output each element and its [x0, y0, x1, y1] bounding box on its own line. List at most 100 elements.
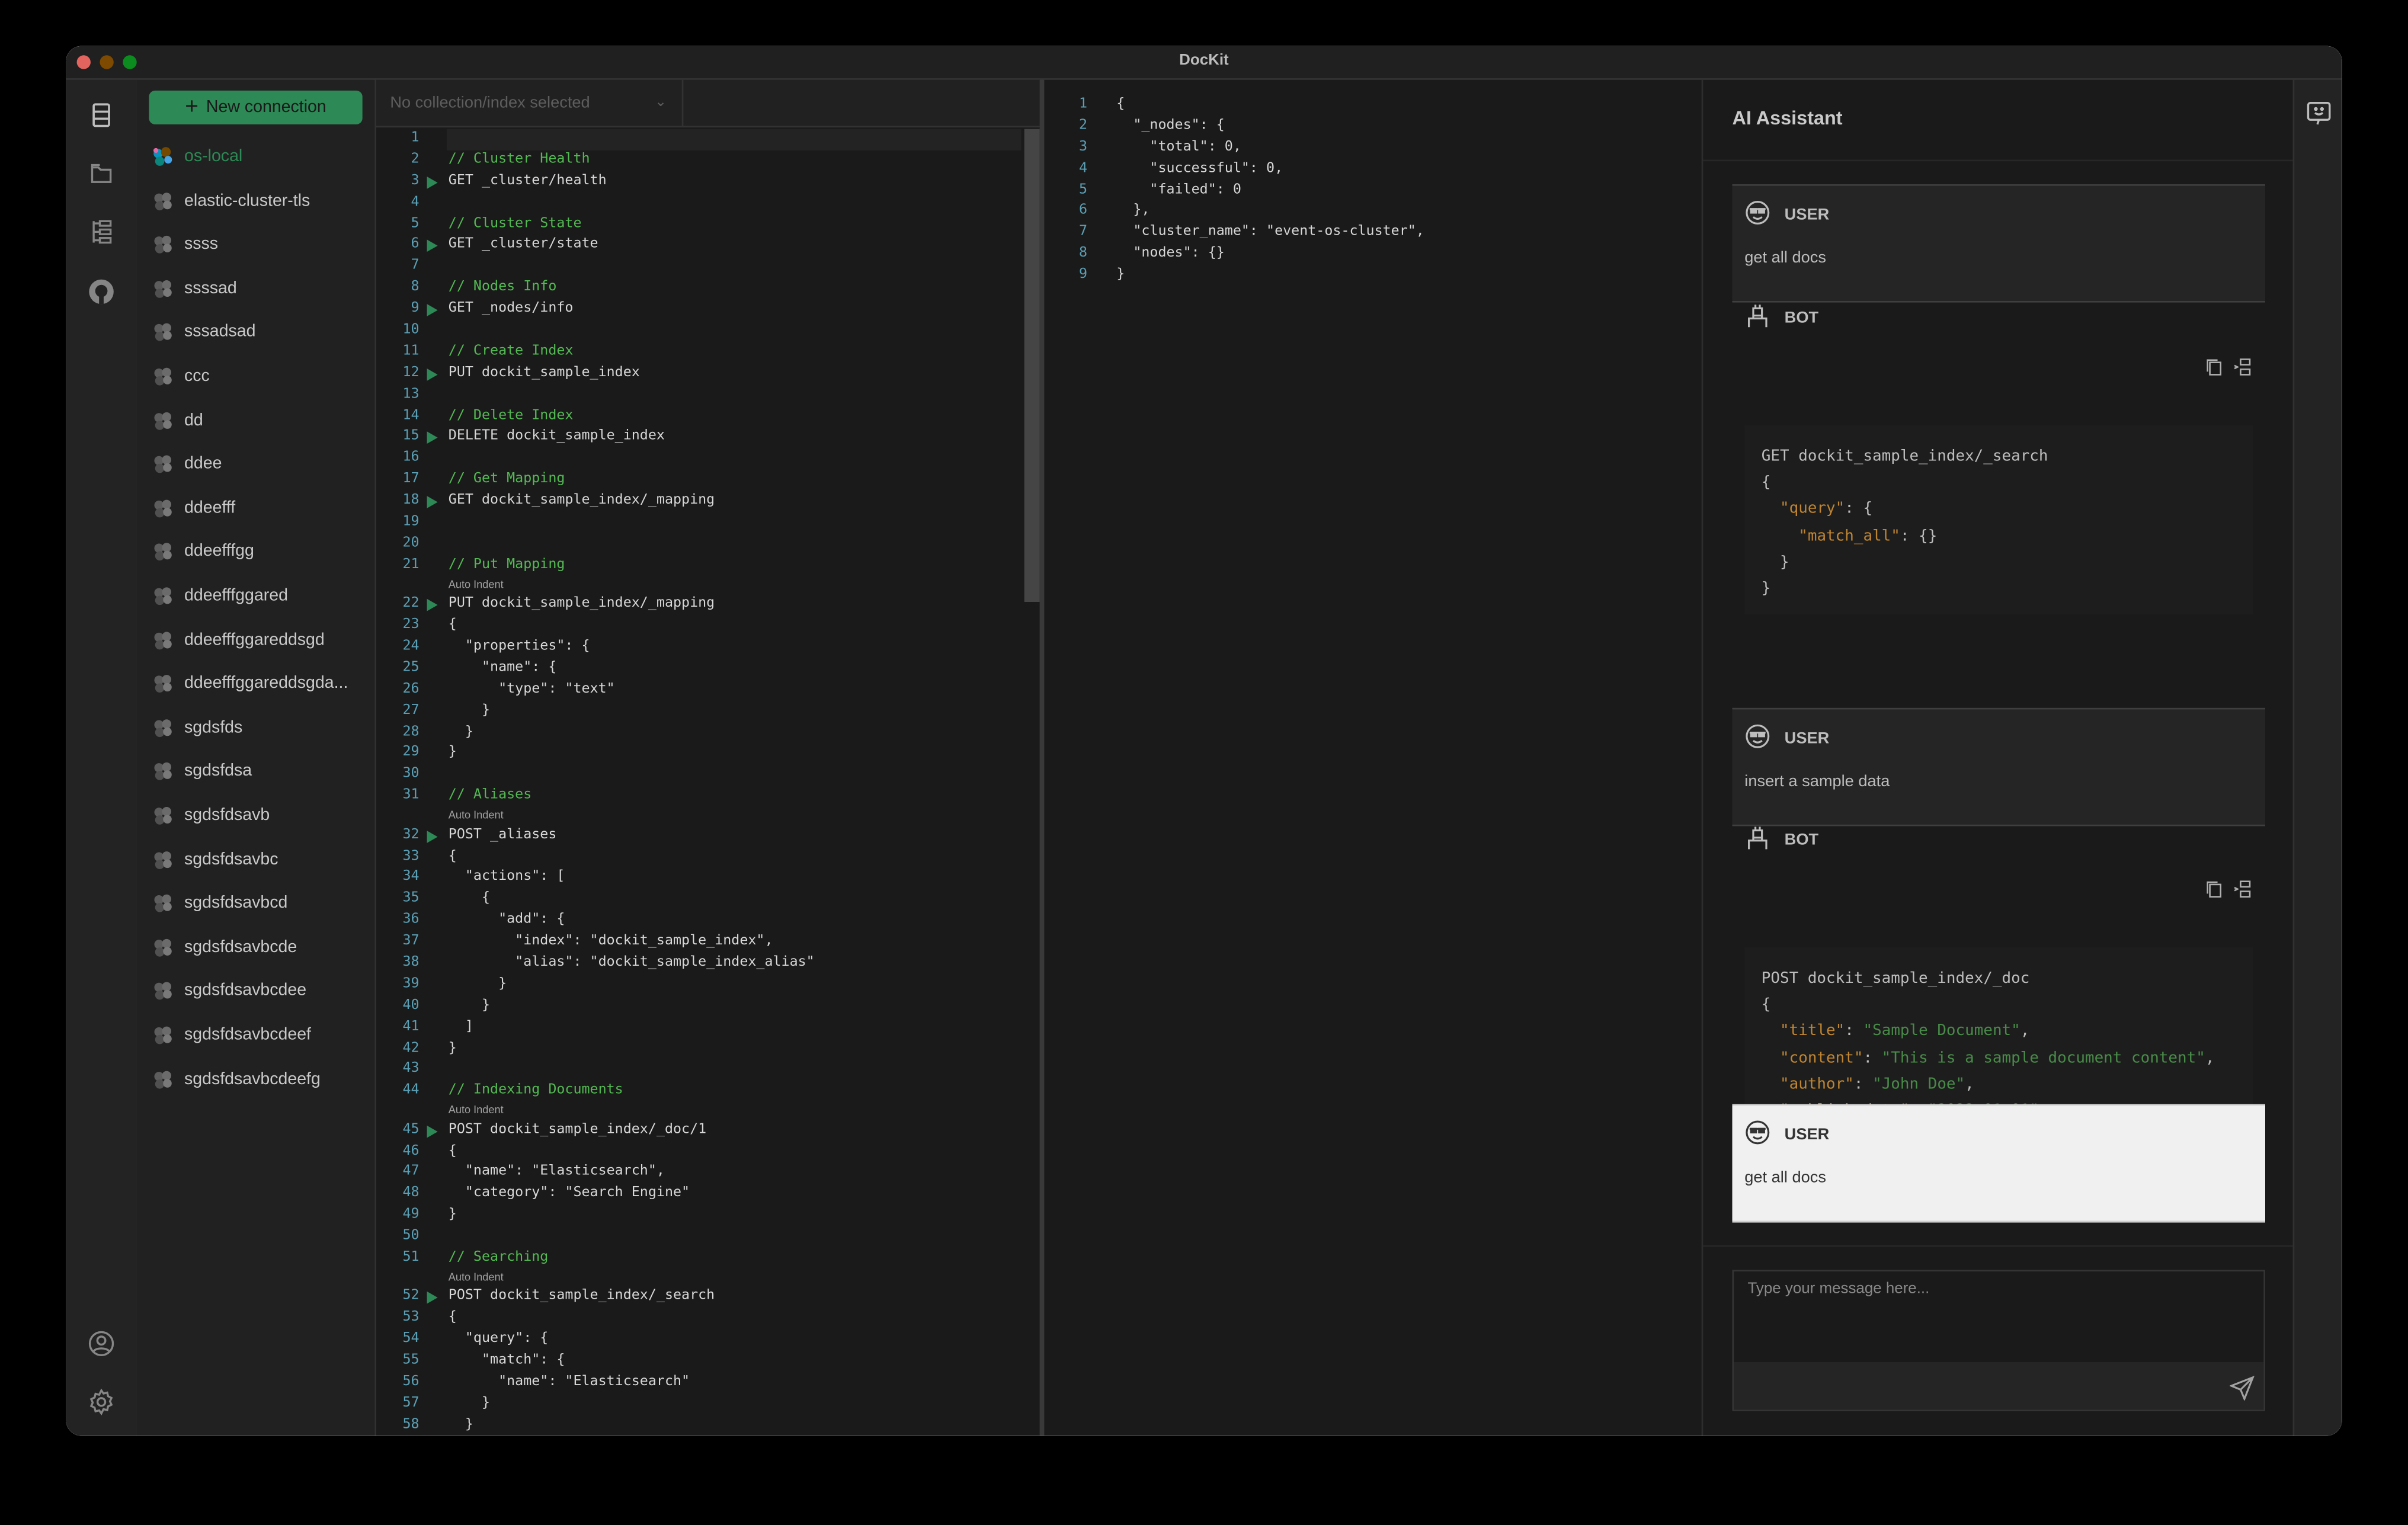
line-number: 26: [402, 681, 420, 697]
code-text: }: [448, 1417, 473, 1433]
code-text: "category": "Search Engine": [448, 1186, 690, 1202]
line-number: 46: [402, 1143, 420, 1159]
code-line: 22 PUT dockit_sample_index/_mapping: [376, 595, 1022, 616]
run-request-icon[interactable]: [427, 368, 438, 381]
line-number: 32: [402, 826, 420, 842]
connection-item[interactable]: elastic-cluster-tls: [152, 185, 367, 216]
connection-item[interactable]: os-local: [152, 141, 367, 172]
run-request-icon[interactable]: [427, 599, 438, 612]
connection-item[interactable]: sgdsfdsavb: [152, 800, 367, 831]
chat-message-input[interactable]: [1734, 1271, 2264, 1364]
copy-icon[interactable]: [2205, 356, 2224, 384]
line-number: 44: [402, 1082, 420, 1098]
insert-to-editor-icon[interactable]: [2233, 356, 2251, 384]
message-role: USER: [1784, 729, 1830, 748]
connection-item[interactable]: sgdsfdsa: [152, 756, 367, 787]
index-select[interactable]: No collection/index selected ⌄: [376, 79, 684, 126]
code-text: // Aliases: [448, 788, 532, 804]
elasticsearch-logo-icon: [152, 366, 174, 387]
auto-indent-hint[interactable]: Auto Indent: [376, 808, 1022, 826]
line-number: 6: [411, 237, 420, 253]
connection-item[interactable]: sgdsfdsavbc: [152, 844, 367, 874]
run-request-icon[interactable]: [427, 432, 438, 445]
chatbot-icon[interactable]: [2305, 100, 2333, 127]
copy-icon[interactable]: [2205, 879, 2224, 906]
run-request-icon[interactable]: [427, 304, 438, 317]
connection-item[interactable]: ddeefffgg: [152, 537, 367, 568]
connection-item[interactable]: ssssad: [152, 273, 367, 304]
connection-item[interactable]: sgdsfdsavbcde: [152, 932, 367, 963]
window-title: DocKit: [1179, 52, 1229, 69]
run-request-icon[interactable]: [427, 496, 438, 509]
connection-item[interactable]: ddeefffggared: [152, 581, 367, 611]
connection-item[interactable]: sssadsad: [152, 317, 367, 348]
line-number: 34: [402, 869, 420, 885]
github-icon[interactable]: [88, 278, 116, 306]
code-line: 34 "actions": [: [376, 868, 1022, 889]
line-number: 28: [402, 724, 420, 740]
code-text: // Nodes Info: [448, 280, 557, 296]
code-text: }: [448, 976, 507, 992]
query-editor[interactable]: No collection/index selected ⌄ 1 2// Clus…: [376, 79, 1040, 1436]
line-number: 54: [402, 1331, 420, 1347]
code-line: 9}: [1044, 266, 1683, 287]
connection-item[interactable]: ddeefffggareddsgd: [152, 624, 367, 655]
connection-item[interactable]: ccc: [152, 361, 367, 392]
auto-indent-hint[interactable]: Auto Indent: [376, 1270, 1022, 1287]
connection-item[interactable]: ssss: [152, 229, 367, 260]
line-number: 40: [402, 997, 420, 1013]
code-text: ]: [448, 1018, 473, 1034]
collections-icon[interactable]: [88, 160, 116, 188]
user-icon[interactable]: [88, 1329, 116, 1357]
connection-item[interactable]: ddee: [152, 448, 367, 479]
code-text: }: [448, 724, 473, 740]
message-actions: [2205, 879, 2252, 906]
connection-item[interactable]: ddeefffggareddsgda...: [152, 668, 367, 699]
connection-item[interactable]: sgdsfds: [152, 712, 367, 743]
auto-indent-hint[interactable]: Auto Indent: [376, 577, 1022, 595]
connection-name: sgdsfdsavb: [184, 806, 270, 825]
code-line: 37 "index": "dockit_sample_index",: [376, 932, 1022, 953]
elasticsearch-logo-icon: [152, 629, 174, 651]
pane-resizer[interactable]: [1039, 79, 1045, 1436]
connection-item[interactable]: ddeefff: [152, 492, 367, 523]
line-number: 20: [402, 536, 420, 552]
run-request-icon[interactable]: [427, 176, 438, 189]
code-text: {: [448, 890, 491, 906]
elasticsearch-logo-icon: [152, 278, 174, 299]
line-number: 27: [402, 703, 420, 719]
code-line: 6 GET _cluster/state: [376, 236, 1022, 257]
run-request-icon[interactable]: [427, 1124, 438, 1138]
run-request-icon[interactable]: [427, 240, 438, 253]
insert-to-editor-icon[interactable]: [2233, 879, 2251, 906]
connection-item[interactable]: sgdsfdsavbcdeefg: [152, 1063, 367, 1094]
auto-indent-hint[interactable]: Auto Indent: [376, 1103, 1022, 1120]
editor-toolbar: No collection/index selected ⌄: [376, 79, 1040, 128]
code-line: 3 "total": 0,: [1044, 138, 1683, 159]
connection-item[interactable]: sgdsfdsavbcdeef: [152, 1020, 367, 1050]
code-text: "successful": 0,: [1116, 161, 1283, 177]
run-request-icon[interactable]: [427, 1292, 438, 1305]
connections-icon[interactable]: [88, 101, 116, 129]
editor-scrollbar[interactable]: [1024, 129, 1040, 602]
run-request-icon[interactable]: [427, 830, 438, 842]
cluster-icon[interactable]: [88, 218, 116, 246]
connection-item[interactable]: sgdsfdsavbcdee: [152, 976, 367, 1007]
connection-item[interactable]: dd: [152, 405, 367, 435]
code-line: 20: [376, 534, 1022, 556]
code-text: {: [448, 1310, 457, 1326]
connection-item[interactable]: sgdsfdsavbcd: [152, 888, 367, 919]
code-text: }: [448, 703, 491, 719]
line-number: 5: [411, 216, 420, 232]
connection-name: sgdsfds: [184, 718, 243, 737]
code-text: // Cluster Health: [448, 152, 590, 168]
settings-icon[interactable]: [88, 1388, 116, 1416]
code-line: 6 },: [1044, 202, 1683, 223]
code-line: 48 "category": "Search Engine": [376, 1184, 1022, 1206]
message-role: USER: [1784, 206, 1830, 225]
new-connection-button[interactable]: + New connection: [149, 90, 363, 124]
code-line: 46 {: [376, 1142, 1022, 1163]
code-line: 30: [376, 765, 1022, 787]
send-icon[interactable]: [2228, 1376, 2255, 1402]
code-line: 15 DELETE dockit_sample_index: [376, 428, 1022, 449]
